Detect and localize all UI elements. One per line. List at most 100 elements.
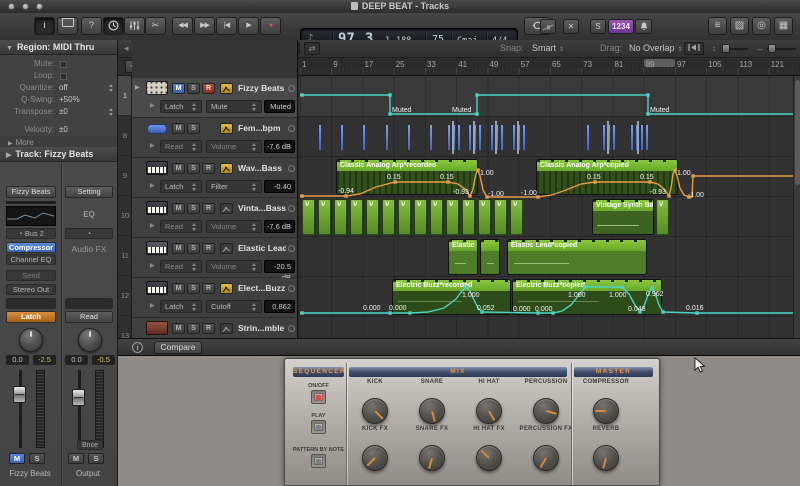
smart-controls-button[interactable] [124, 17, 145, 35]
on/off-button[interactable] [311, 390, 326, 404]
sends-slot[interactable]: ◔ [65, 228, 113, 239]
midi-region[interactable]: Elastic L [448, 239, 478, 275]
track-number[interactable]: 10 [118, 196, 131, 236]
track-lane[interactable] [298, 77, 800, 117]
solo-mode-button[interactable]: S [590, 19, 606, 34]
apple-loops-button[interactable]: ◎ [752, 17, 771, 35]
automation-mode-select[interactable]: Latch [160, 180, 202, 193]
mute-button[interactable]: M [68, 453, 84, 464]
automation-lane-arrow[interactable]: ▶ [150, 142, 155, 149]
note-pads-button[interactable]: ▨ [730, 17, 749, 35]
track-header[interactable]: ▶ MSR Wav...Bass ▶ Latch Filter -0.40 [132, 158, 297, 198]
hi-hat-knob[interactable] [476, 398, 502, 424]
quick-help-button[interactable]: ? [81, 17, 102, 35]
volume-fader-track[interactable] [78, 370, 81, 448]
s-track-button[interactable]: S [187, 203, 200, 214]
automation-mode-latch[interactable]: Latch [6, 311, 56, 323]
record-enable-icon[interactable] [288, 125, 295, 132]
param-checkbox[interactable] [60, 60, 67, 68]
m-track-button[interactable]: M [172, 203, 185, 214]
metronome-button[interactable] [635, 19, 652, 34]
midi-region-small[interactable]: V [334, 199, 347, 235]
group-slot[interactable] [6, 298, 56, 309]
midi-region-small[interactable]: V [478, 199, 491, 235]
midi-region[interactable]: Electric Buzz*copied [512, 279, 662, 315]
r-track-button[interactable]: R [202, 243, 215, 254]
snare-fx-knob[interactable] [419, 445, 445, 471]
editors-button[interactable]: ✂ [145, 17, 166, 35]
automation-param-select[interactable]: Volume [206, 140, 262, 153]
back-icon[interactable]: ◂ [124, 43, 129, 54]
compressor-knob[interactable] [593, 398, 619, 424]
snare-knob[interactable] [419, 398, 445, 424]
browsers-button[interactable]: ▦ [774, 17, 793, 35]
list-editors-button[interactable]: ≡ [708, 17, 727, 35]
pan-value[interactable]: 0.0 [6, 355, 29, 365]
automation-mode-read[interactable]: Read [65, 311, 113, 323]
track-number[interactable]: 12 [118, 276, 131, 316]
midi-region-small[interactable]: V [446, 199, 459, 235]
hi-hat-fx-knob[interactable] [476, 445, 502, 471]
track-automation-icon[interactable] [220, 283, 233, 294]
param-value[interactable]: off [59, 82, 68, 94]
solo-button[interactable]: S [29, 453, 45, 464]
eq-thumbnail[interactable] [6, 206, 56, 226]
r-track-button[interactable]: R [202, 203, 215, 214]
automation-lane-arrow[interactable]: ▶ [150, 262, 155, 269]
flex-button[interactable]: ⇄ [304, 42, 320, 55]
insert-slot-channel-eq[interactable]: Channel EQ [6, 254, 56, 265]
s-track-button[interactable]: S [187, 123, 200, 134]
record-enable-icon[interactable] [288, 285, 295, 292]
track-automation-icon[interactable] [220, 83, 233, 94]
midi-region[interactable]: Elastic Lead*copied [507, 239, 647, 275]
master-mute-button[interactable]: ✕ [563, 19, 579, 34]
track-number[interactable]: 11 [118, 236, 131, 276]
plugin-info-button[interactable]: i [132, 342, 143, 353]
r-track-button[interactable]: R [202, 163, 215, 174]
output-setting-button[interactable]: Setting [65, 186, 113, 198]
track-header[interactable]: ▶ MS Fem...bpm ▶ Read Volume -7.6 dB [132, 118, 297, 158]
track-header[interactable]: ▶ MSR Elect...Buzz ▶ Latch Cutoff 0.862 [132, 278, 297, 318]
bar-ruler[interactable]: 1 9 17 25 33 41 49 57 65 73 81 89 97 105 113 121 [298, 58, 800, 76]
m-track-button[interactable]: M [172, 283, 185, 294]
insert-slot-compressor[interactable]: Compressor [6, 242, 56, 253]
track-header[interactable]: ▶ MSR Elastic Lead ▶ Read Volume -20.5 d… [132, 238, 297, 282]
record-enable-icon[interactable] [288, 245, 295, 252]
region-inspector-header[interactable]: ▼ Region: MIDI Thru [0, 40, 117, 55]
record-enable-icon[interactable] [288, 85, 295, 92]
midi-region-small[interactable]: V [318, 199, 331, 235]
volume-fader-track[interactable] [19, 370, 22, 448]
record-button[interactable]: ● [260, 17, 281, 35]
m-track-button[interactable]: M [172, 83, 185, 94]
track-lane[interactable] [298, 317, 800, 338]
midi-region-small[interactable]: V [430, 199, 443, 235]
track-header[interactable]: ▶ MSR Fizzy Beats ▶ Latch Mute Muted [132, 78, 297, 118]
automation-mode-select[interactable]: Read [160, 260, 202, 273]
midi-region-small[interactable]: V [414, 199, 427, 235]
param-value[interactable]: +50% [59, 94, 80, 106]
midi-region[interactable]: Electric Buzz*recorded [392, 279, 511, 315]
vertical-zoom-thumb[interactable] [722, 44, 730, 53]
solo-button[interactable]: S [88, 453, 104, 464]
pan-knob[interactable] [19, 328, 43, 352]
channel-setting-button[interactable]: Fizzy Beats [6, 186, 56, 198]
bounce-button[interactable]: Bnce [77, 440, 103, 450]
catch-playhead-button[interactable] [684, 42, 704, 55]
pan-value[interactable]: 0.0 [65, 355, 88, 365]
display-mode-button[interactable] [57, 17, 78, 35]
volume-fader[interactable] [72, 389, 85, 406]
param-checkbox[interactable] [60, 72, 67, 80]
track-number[interactable]: 1 [118, 76, 131, 116]
rewind-button[interactable]: ◀◀ [172, 17, 193, 35]
automation-mode-select[interactable]: Latch [160, 100, 202, 113]
track-header[interactable]: ▶ MSR Strin...mble ▶ [132, 318, 297, 338]
pan-knob[interactable] [78, 328, 102, 352]
track-automation-icon[interactable] [220, 123, 233, 134]
midi-region[interactable]: Classic Analog Arp*recorded [336, 159, 478, 195]
forward-button[interactable]: ▶▶ [194, 17, 215, 35]
percussion-knob[interactable] [533, 398, 559, 424]
vertical-scrollbar[interactable] [793, 76, 800, 338]
r-track-button[interactable]: R [202, 283, 215, 294]
automation-lane-arrow[interactable]: ▶ [150, 182, 155, 189]
track-automation-icon[interactable] [220, 243, 233, 254]
